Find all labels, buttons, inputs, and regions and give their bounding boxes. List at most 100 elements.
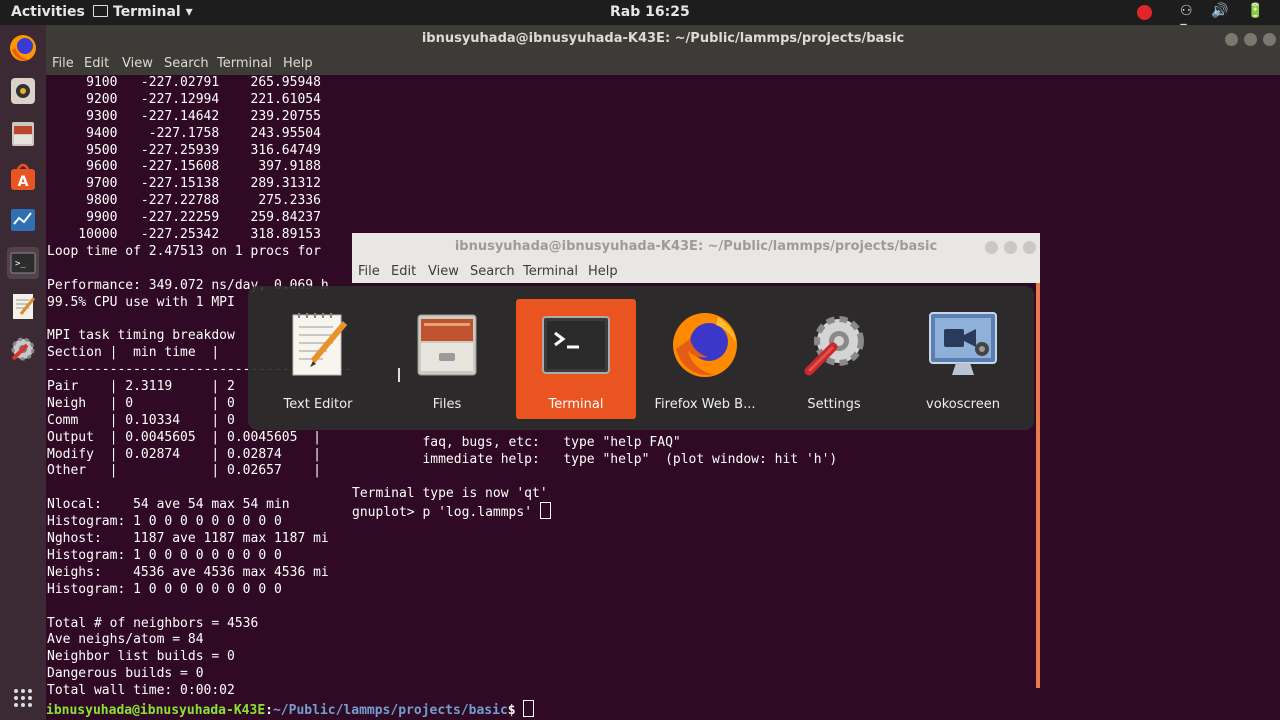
switcher-label: Firefox Web B... <box>654 397 756 412</box>
mouse-cursor-icon <box>398 368 402 382</box>
terminal-line: Total wall time: 0:00:02 <box>47 683 235 699</box>
switcher-item-text-editor[interactable]: Text Editor <box>258 299 378 419</box>
dock: A >_ <box>0 25 46 720</box>
terminal-icon <box>542 316 610 374</box>
gnuplot-command: p 'log.lammps' <box>422 505 540 520</box>
close-button[interactable] <box>1023 241 1036 254</box>
terminal-line: 9100 -227.02791 265.95948 <box>47 75 321 90</box>
gnuplot-terminal-title: ibnusyuhada@ibnusyuhada-K43E: ~/Public/l… <box>454 239 938 254</box>
terminal-line: faq, bugs, etc: type "help FAQ" <box>352 435 681 450</box>
maximize-button[interactable] <box>1244 33 1257 46</box>
dock-settings-icon[interactable] <box>7 333 39 365</box>
terminal-line: 9700 -227.15138 289.31312 <box>47 176 321 192</box>
gnuplot-prompt: gnuplot> <box>352 505 423 520</box>
files-icon <box>417 314 477 376</box>
terminal-line: Ave neighs/atom = 84 <box>47 632 204 648</box>
terminal-line: Nlocal: 54 ave 54 max 54 min <box>47 497 290 513</box>
switcher-item-files[interactable]: Files <box>387 299 507 419</box>
terminal-line: Loop time of 2.47513 on 1 procs for <box>47 243 321 259</box>
dock-text-editor-icon[interactable] <box>7 290 39 322</box>
svg-text:A: A <box>18 174 29 190</box>
menu-edit[interactable]: Edit <box>84 56 109 71</box>
gnuplot-terminal-titlebar[interactable]: ibnusyuhada@ibnusyuhada-K43E: ~/Public/l… <box>352 233 1040 258</box>
terminal-line: Modify | 0.02874 | 0.02874 | <box>47 446 321 462</box>
prompt-path: ~/Public/lammps/projects/basic <box>272 703 508 718</box>
terminal-line: 9800 -227.22788 275.2336 <box>47 193 321 209</box>
menu-help[interactable]: Help <box>283 56 313 71</box>
gnuplot-output: faq, bugs, etc: type "help FAQ" immediat… <box>352 435 837 503</box>
terminal-line: Histogram: 1 0 0 0 0 0 0 0 0 0 <box>47 514 282 530</box>
switcher-item-terminal[interactable]: Terminal <box>516 299 636 419</box>
terminal-line: 9300 -227.14642 239.20755 <box>47 108 321 124</box>
dock-rhythmbox-icon[interactable] <box>7 75 39 107</box>
dock-terminal-icon[interactable]: >_ <box>7 247 39 279</box>
menu-view[interactable]: View <box>428 264 459 279</box>
app-switcher: Text Editor Files Terminal Firefox Web B… <box>248 286 1034 430</box>
terminal-line: Nghost: 1187 ave 1187 max 1187 mi <box>47 531 329 547</box>
dock-software-icon[interactable]: A <box>7 161 39 193</box>
terminal-cursor <box>539 502 551 519</box>
switcher-label: Files <box>432 397 462 412</box>
terminal-line: 9200 -227.12994 221.61054 <box>47 91 321 107</box>
activities-button[interactable]: Activities <box>11 4 85 20</box>
terminal-line: Other | | 0.02657 | <box>47 463 321 479</box>
show-applications-icon[interactable] <box>7 682 39 714</box>
gnuplot-terminal-menubar: File Edit View Search Terminal Help <box>352 258 1040 283</box>
prompt-symbol: $ <box>507 703 524 718</box>
clock[interactable]: Rab 16:25 <box>610 4 690 20</box>
terminal-line: Total # of neighbors = 4536 <box>47 615 259 631</box>
text-editor-icon <box>292 313 348 376</box>
switcher-item-settings[interactable]: Settings <box>774 299 894 419</box>
maximize-button[interactable] <box>1004 241 1017 254</box>
window-edge <box>1036 283 1040 688</box>
menu-edit[interactable]: Edit <box>391 264 416 279</box>
switcher-label: Terminal <box>548 397 604 412</box>
close-button[interactable] <box>1263 33 1276 46</box>
switcher-item-firefox[interactable]: Firefox Web B... <box>645 299 765 419</box>
menu-view[interactable]: View <box>122 56 153 71</box>
menu-search[interactable]: Search <box>470 264 515 279</box>
shell-prompt[interactable]: ibnusyuhada@ibnusyuhada-K43E:~/Public/la… <box>46 700 535 719</box>
main-terminal-title: ibnusyuhada@ibnusyuhada-K43E: ~/Public/l… <box>421 31 905 46</box>
terminal-line: 10000 -227.25342 318.89153 <box>47 227 321 243</box>
dock-system-monitor-icon[interactable] <box>7 204 39 236</box>
terminal-line: 9900 -227.22259 259.84237 <box>47 210 321 226</box>
terminal-line: Histogram: 1 0 0 0 0 0 0 0 0 0 <box>47 547 282 563</box>
terminal-line: immediate help: type "help" (plot window… <box>352 451 838 467</box>
main-terminal-titlebar[interactable]: ibnusyuhada@ibnusyuhada-K43E: ~/Public/l… <box>46 25 1280 50</box>
app-menu[interactable]: Terminal ▾ <box>93 4 193 20</box>
firefox-icon <box>673 313 737 377</box>
terminal-line: 9600 -227.15608 397.9188 <box>47 159 321 175</box>
terminal-line: Neighs: 4536 ave 4536 max 4536 mi <box>47 564 329 580</box>
terminal-line: Output | 0.0045605 | 0.0045605 | <box>47 429 321 445</box>
terminal-line: 9400 -227.1758 243.95504 <box>47 125 321 141</box>
menu-search[interactable]: Search <box>164 56 209 71</box>
terminal-line: Neighbor list builds = 0 <box>47 649 235 665</box>
terminal-line: Terminal type is now 'qt' <box>352 485 548 501</box>
menu-terminal[interactable]: Terminal <box>523 264 578 279</box>
terminal-line: 9500 -227.25939 316.64749 <box>47 142 321 158</box>
switcher-item-vokoscreen[interactable]: vokoscreen <box>903 299 1023 419</box>
svg-text:>_: >_ <box>15 259 26 269</box>
vokoscreen-icon <box>929 312 997 375</box>
minimize-button[interactable] <box>1225 33 1238 46</box>
settings-icon <box>804 316 864 376</box>
main-terminal-menubar: File Edit View Search Terminal Help <box>46 50 1280 75</box>
prompt-user: ibnusyuhada@ibnusyuhada-K43E <box>46 703 266 718</box>
top-bar: Activities Terminal ▾ Rab 16:25 ⚇ 🔊 🔋 ▾ <box>0 0 1280 35</box>
switcher-label: vokoscreen <box>926 397 1000 412</box>
menu-help[interactable]: Help <box>588 264 618 279</box>
gnuplot-input-line[interactable]: gnuplot> p 'log.lammps' <box>352 502 551 520</box>
menu-file[interactable]: File <box>52 56 74 71</box>
terminal-line: Dangerous builds = 0 <box>47 666 204 682</box>
menu-terminal[interactable]: Terminal <box>217 56 272 71</box>
dock-files-icon[interactable] <box>7 118 39 150</box>
record-icon[interactable] <box>1137 5 1152 20</box>
minimize-button[interactable] <box>985 241 998 254</box>
dock-firefox-icon[interactable] <box>7 32 39 64</box>
menu-file[interactable]: File <box>358 264 380 279</box>
